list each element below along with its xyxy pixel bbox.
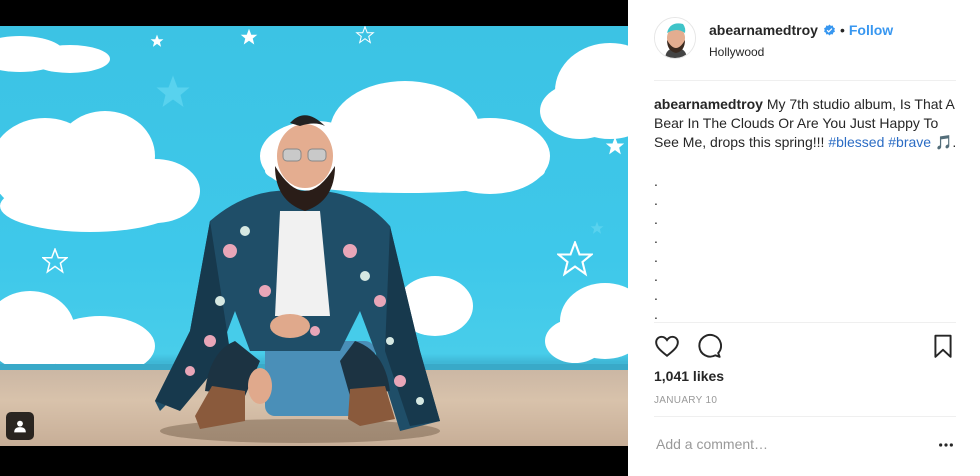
star-shape bbox=[557, 241, 593, 277]
post-photo[interactable] bbox=[0, 26, 628, 446]
caption-period: . bbox=[952, 134, 957, 150]
post-caption: abearnamedtroy My 7th studio album, Is T… bbox=[654, 95, 959, 152]
more-dots-icon[interactable] bbox=[938, 437, 954, 453]
caption-username[interactable]: abearnamedtroy bbox=[654, 96, 763, 112]
post-header: abearnamedtroy • Follow Hollywood bbox=[654, 17, 954, 63]
post-date[interactable]: JANUARY 10 bbox=[654, 395, 717, 406]
caption-dot-line: . bbox=[654, 192, 658, 208]
add-comment-input[interactable]: Add a comment… bbox=[656, 436, 768, 452]
caption-dot-lines: . . . . . . . . bbox=[654, 172, 658, 324]
caption-dot-line: . bbox=[654, 173, 658, 189]
hashtag-link[interactable]: #blessed bbox=[828, 134, 884, 150]
cloud-shape bbox=[540, 43, 628, 139]
star-shape bbox=[42, 248, 68, 274]
cloud-shape bbox=[0, 291, 155, 376]
star-shape bbox=[590, 221, 604, 234]
heart-icon[interactable] bbox=[654, 333, 680, 359]
comment-bubble-icon[interactable] bbox=[696, 333, 722, 359]
caption-dot-line: . bbox=[654, 287, 658, 303]
user-tag-button[interactable] bbox=[6, 412, 34, 440]
star-shape bbox=[605, 136, 625, 155]
separator-dot: • bbox=[839, 22, 845, 38]
header-divider bbox=[654, 80, 956, 81]
post-media bbox=[0, 0, 628, 476]
user-tag-icon bbox=[14, 420, 26, 433]
post-panel: abearnamedtroy • Follow Hollywood abearn… bbox=[628, 0, 980, 476]
action-bar bbox=[654, 333, 956, 361]
caption-dot-line: . bbox=[654, 230, 658, 246]
music-note-emoji: 🎵 bbox=[934, 134, 953, 150]
hashtag-link[interactable]: #brave bbox=[888, 134, 931, 150]
seated-person-figure bbox=[155, 115, 440, 443]
follow-button[interactable]: Follow bbox=[849, 22, 893, 38]
caption-dot-line: . bbox=[654, 211, 658, 227]
caption-dot-line: . bbox=[654, 249, 658, 265]
post-username[interactable]: abearnamedtroy bbox=[709, 22, 818, 38]
cloud-shape bbox=[545, 283, 628, 363]
caption-dot-line: . bbox=[654, 268, 658, 284]
likes-count[interactable]: 1,041 likes bbox=[654, 368, 724, 384]
star-shape bbox=[355, 26, 375, 44]
star-shape bbox=[150, 34, 164, 47]
comment-divider bbox=[654, 416, 956, 417]
cloud-shape bbox=[0, 36, 110, 73]
bookmark-icon[interactable] bbox=[930, 333, 956, 359]
comments-divider bbox=[654, 322, 956, 323]
star-shape bbox=[240, 28, 258, 45]
avatar-image bbox=[655, 18, 695, 58]
avatar[interactable] bbox=[654, 17, 696, 59]
verified-badge-icon bbox=[824, 24, 835, 35]
post-location[interactable]: Hollywood bbox=[709, 45, 764, 59]
